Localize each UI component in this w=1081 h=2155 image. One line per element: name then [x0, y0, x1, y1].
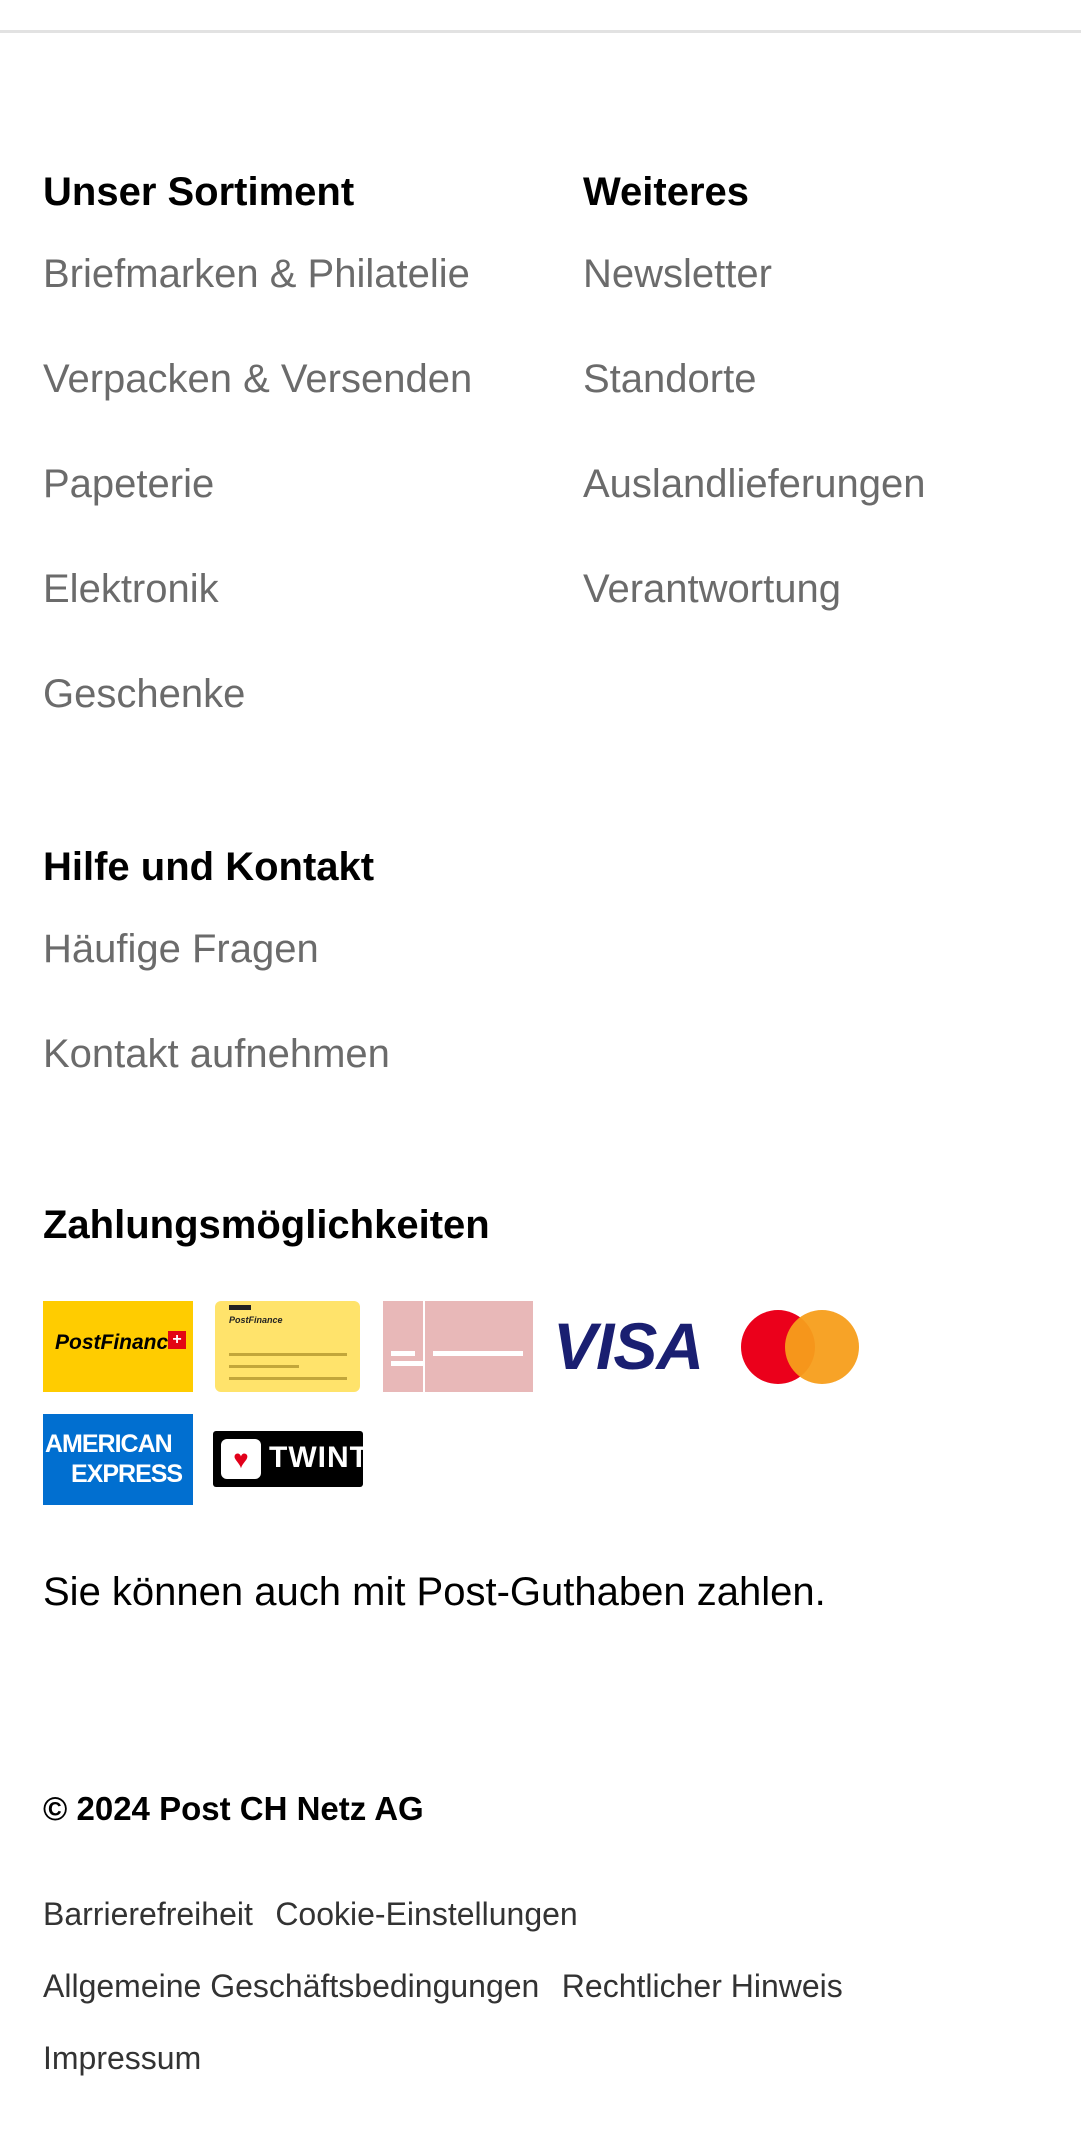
link-briefmarken[interactable]: Briefmarken & Philatelie — [43, 252, 470, 296]
postfinance-card-text: PostFinance — [229, 1315, 283, 1325]
postfinance-card-logo: PostFinance — [215, 1301, 360, 1392]
list-item: Newsletter — [583, 222, 1063, 327]
legal-row: Allgemeine Geschäftsbedingungen Rechtlic… — [43, 1950, 1043, 2022]
visa-logo: VISA — [553, 1305, 713, 1387]
list-item: Verantwortung — [583, 537, 1063, 642]
twint-logo: ♥ TWINT — [213, 1431, 363, 1487]
invoice-divider — [423, 1301, 425, 1392]
link-verpacken[interactable]: Verpacken & Versenden — [43, 357, 472, 401]
weiteres-link-list: Newsletter Standorte Auslandlieferungen … — [583, 222, 1063, 642]
footer-column-weiteres: Weiteres Newsletter Standorte Auslandlie… — [583, 162, 1063, 642]
link-verantwortung[interactable]: Verantwortung — [583, 567, 841, 611]
card-chip-mark — [229, 1305, 251, 1310]
link-cookie-einstellungen[interactable]: Cookie-Einstellungen — [275, 1896, 577, 1932]
amex-logo-line1: AMERICAN — [45, 1430, 173, 1458]
hilfe-link-list: Häufige Fragen Kontakt aufnehmen — [43, 897, 390, 1107]
weiteres-heading: Weiteres — [583, 170, 750, 214]
payment-heading: Zahlungsmöglichkeiten — [43, 1203, 490, 1247]
link-barrierefreiheit[interactable]: Barrierefreiheit — [43, 1896, 253, 1932]
link-rechtlicher-hinweis[interactable]: Rechtlicher Hinweis — [562, 1968, 843, 2004]
footer-section-payment: Zahlungsmöglichkeiten — [43, 1195, 490, 1255]
sortiment-link-list: Briefmarken & Philatelie Verpacken & Ver… — [43, 222, 563, 747]
legal-row: Barrierefreiheit Cookie-Einstellungen — [43, 1878, 1043, 1950]
copyright-text: © 2024 Post CH Netz AG — [43, 1790, 424, 1827]
list-item: Kontakt aufnehmen — [43, 1002, 390, 1107]
footer-section-hilfe: Hilfe und Kontakt Häufige Fragen Kontakt… — [43, 837, 390, 1107]
hilfe-heading: Hilfe und Kontakt — [43, 845, 375, 889]
swiss-cross-icon: + — [168, 1331, 186, 1349]
link-elektronik[interactable]: Elektronik — [43, 567, 219, 611]
list-item: Briefmarken & Philatelie — [43, 222, 563, 327]
invoice-logo — [383, 1301, 533, 1392]
visa-logo-text: VISA — [553, 1309, 704, 1383]
card-line — [229, 1353, 347, 1356]
card-line — [229, 1377, 347, 1380]
list-item: Papeterie — [43, 432, 563, 537]
link-haeufige-fragen[interactable]: Häufige Fragen — [43, 927, 319, 971]
link-standorte[interactable]: Standorte — [583, 357, 756, 401]
twint-logo-text: TWINT — [269, 1441, 363, 1474]
list-item: Elektronik — [43, 537, 563, 642]
invoice-line — [391, 1351, 415, 1356]
link-agb[interactable]: Allgemeine Geschäftsbedingungen — [43, 1968, 539, 2004]
amex-logo: AMERICAN EXPRESS — [43, 1414, 193, 1505]
top-divider — [0, 30, 1081, 33]
mastercard-logo — [736, 1307, 866, 1387]
list-item: Häufige Fragen — [43, 897, 390, 1002]
card-line — [229, 1365, 299, 1368]
mastercard-yellow-circle — [785, 1310, 859, 1384]
link-impressum[interactable]: Impressum — [43, 2040, 201, 2076]
legal-links: Barrierefreiheit Cookie-Einstellungen Al… — [43, 1878, 1043, 2094]
link-kontakt[interactable]: Kontakt aufnehmen — [43, 1032, 390, 1076]
invoice-line — [433, 1351, 523, 1356]
twint-icon: ♥ — [221, 1439, 261, 1479]
list-item: Verpacken & Versenden — [43, 327, 563, 432]
footer-column-sortiment: Unser Sortiment Briefmarken & Philatelie… — [43, 162, 563, 747]
invoice-line — [391, 1361, 423, 1366]
sortiment-heading: Unser Sortiment — [43, 170, 355, 214]
list-item: Standorte — [583, 327, 1063, 432]
postfinance-logo: PostFinance + — [43, 1301, 193, 1392]
link-geschenke[interactable]: Geschenke — [43, 672, 245, 716]
list-item: Geschenke — [43, 642, 563, 747]
legal-row: Impressum — [43, 2022, 1043, 2094]
amex-logo-line2: EXPRESS — [71, 1460, 183, 1488]
link-auslandlieferungen[interactable]: Auslandlieferungen — [583, 462, 925, 506]
postfinance-logo-text: PostFinance — [55, 1331, 180, 1354]
link-newsletter[interactable]: Newsletter — [583, 252, 772, 296]
link-papeterie[interactable]: Papeterie — [43, 462, 214, 506]
list-item: Auslandlieferungen — [583, 432, 1063, 537]
post-guthaben-note: Sie können auch mit Post-Guthaben zahlen… — [43, 1570, 826, 1614]
